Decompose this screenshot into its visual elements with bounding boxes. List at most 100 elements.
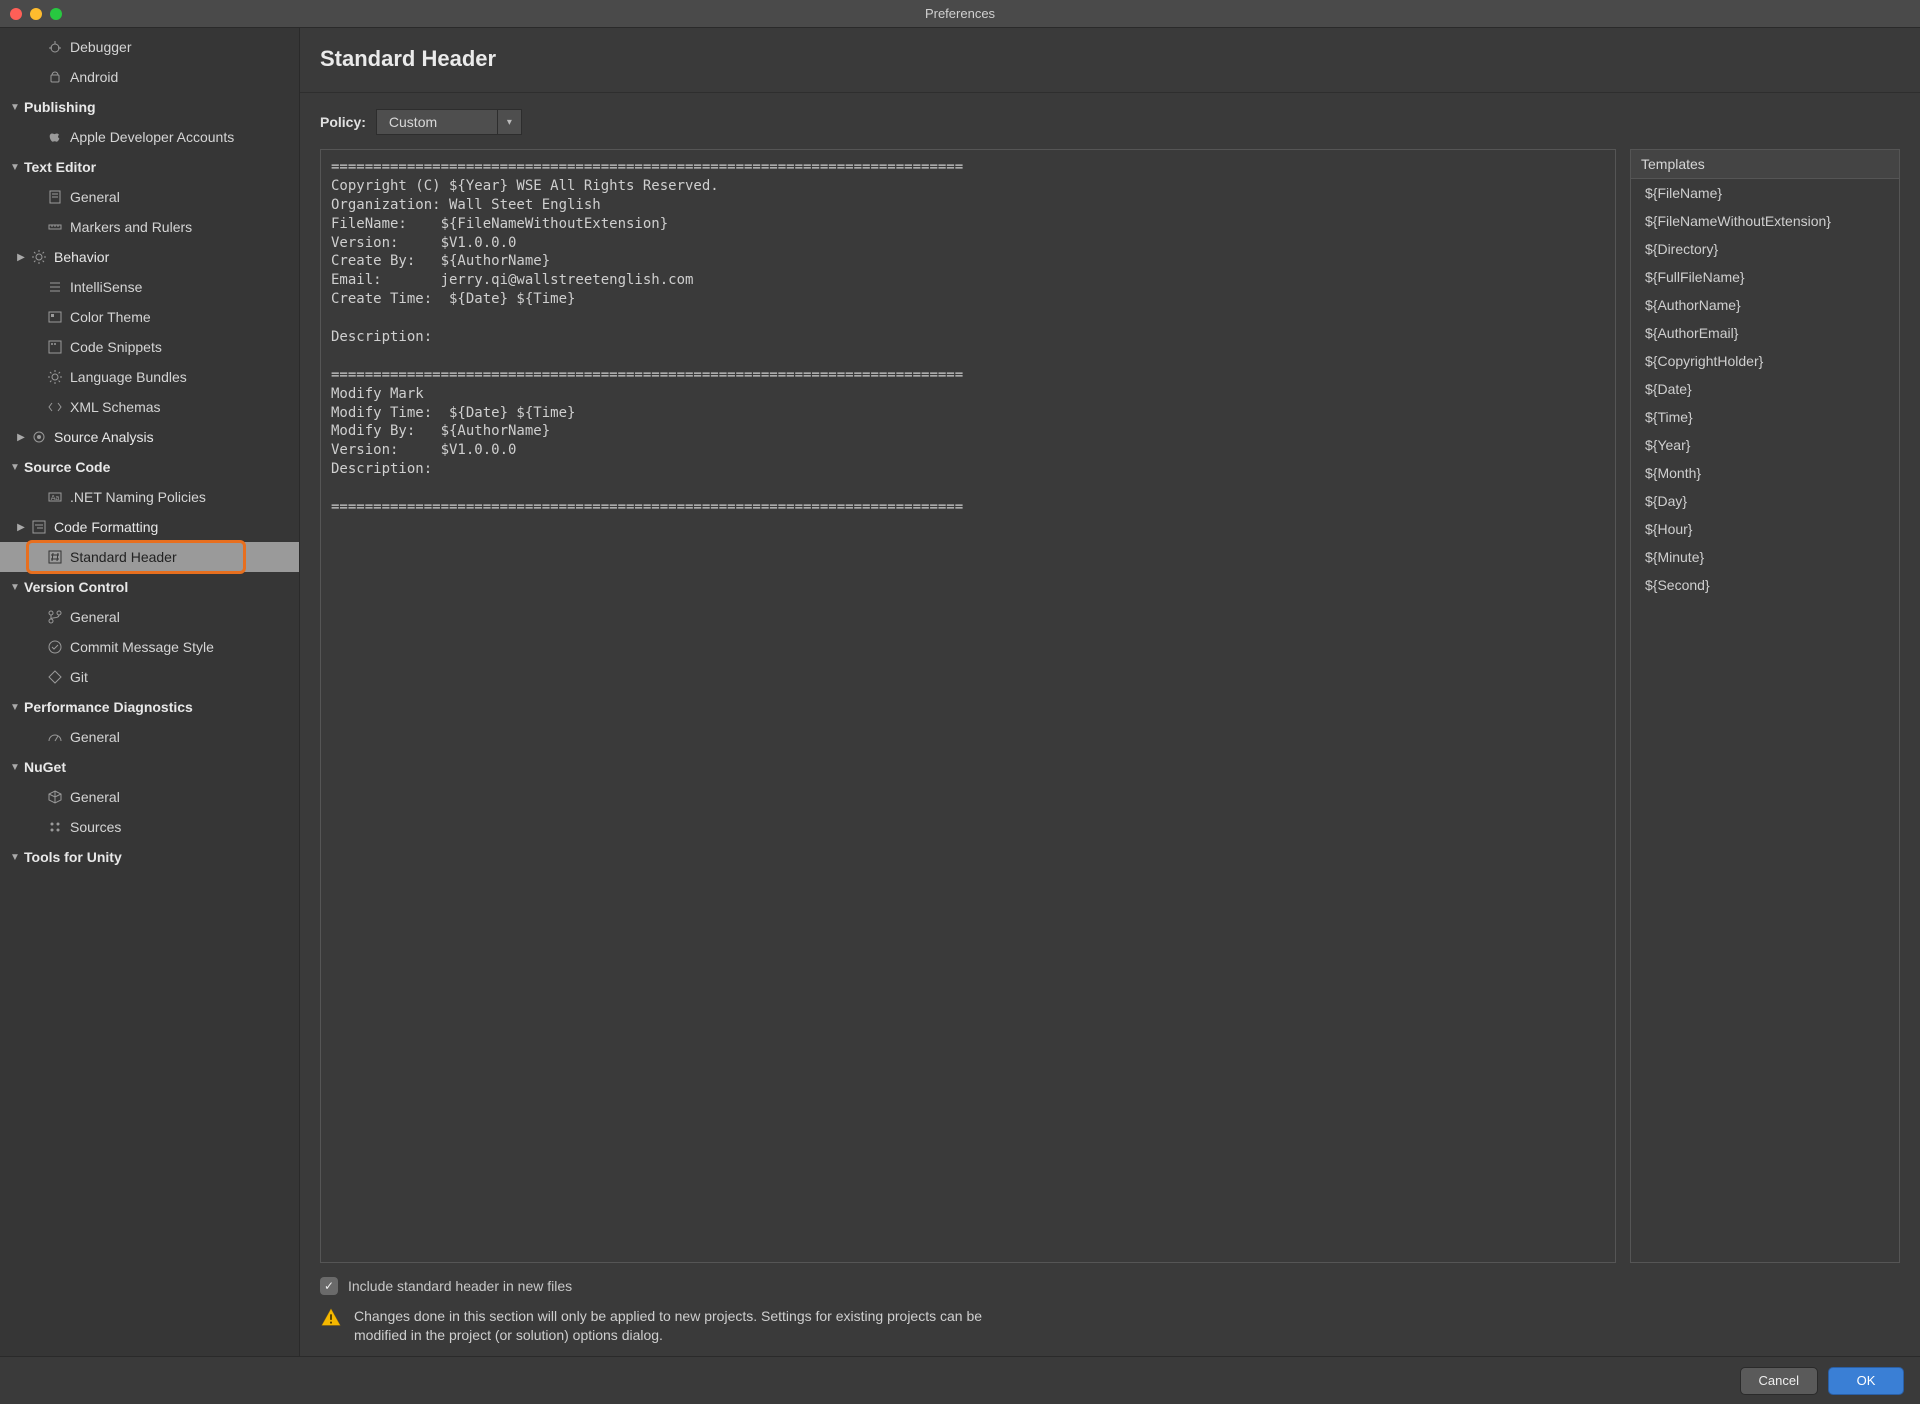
sidebar-item-behavior[interactable]: ▶Behavior: [0, 242, 299, 272]
template-item[interactable]: ${AuthorName}: [1631, 291, 1899, 319]
sidebar-item-debugger[interactable]: Debugger: [0, 32, 299, 62]
ruler-icon: [46, 218, 64, 236]
sidebar-item-label: Source Analysis: [54, 429, 154, 445]
disclosure-icon: ▼: [8, 100, 22, 114]
sidebar-item-source-code[interactable]: ▼Source Code: [0, 452, 299, 482]
bug-icon: [46, 38, 64, 56]
disclosure-icon: [30, 40, 44, 54]
sidebar-item-nuget[interactable]: ▼NuGet: [0, 752, 299, 782]
cube-icon: [46, 788, 64, 806]
sidebar-item-label: Commit Message Style: [70, 639, 214, 655]
sidebar-item-color-theme[interactable]: Color Theme: [0, 302, 299, 332]
dialog-footer: Cancel OK: [0, 1356, 1920, 1404]
sidebar-item-text-editor[interactable]: ▼Text Editor: [0, 152, 299, 182]
policy-row: Policy: Custom ▾: [320, 109, 1900, 135]
sidebar-item-general[interactable]: General: [0, 722, 299, 752]
template-item[interactable]: ${FileName}: [1631, 179, 1899, 207]
sidebar-item-general[interactable]: General: [0, 602, 299, 632]
zoom-window-button[interactable]: [50, 8, 62, 20]
include-checkbox[interactable]: ✓: [320, 1277, 338, 1295]
close-window-button[interactable]: [10, 8, 22, 20]
sidebar-item-label: Color Theme: [70, 309, 151, 325]
sidebar-item-git[interactable]: Git: [0, 662, 299, 692]
sidebar-item-label: General: [70, 189, 120, 205]
warning-row: Changes done in this section will only b…: [320, 1307, 1900, 1346]
sidebar-item-label: Performance Diagnostics: [24, 699, 193, 715]
include-label: Include standard header in new files: [348, 1278, 572, 1294]
template-item[interactable]: ${Date}: [1631, 375, 1899, 403]
sidebar-item-label: Tools for Unity: [24, 849, 122, 865]
sidebar-item-apple-developer-accounts[interactable]: Apple Developer Accounts: [0, 122, 299, 152]
preferences-sidebar[interactable]: Debugger Android ▼PublishingApple Develope…: [0, 28, 300, 1356]
main-header: Standard Header: [300, 28, 1920, 93]
sidebar-item-label: Markers and Rulers: [70, 219, 192, 235]
sidebar-item-label: General: [70, 789, 120, 805]
sidebar-item--net-naming-policies[interactable]: Aa.NET Naming Policies: [0, 482, 299, 512]
template-item[interactable]: ${Directory}: [1631, 235, 1899, 263]
disclosure-icon: ▼: [8, 850, 22, 864]
sidebar-item-markers-and-rulers[interactable]: Markers and Rulers: [0, 212, 299, 242]
sidebar-item-label: Behavior: [54, 249, 109, 265]
template-item[interactable]: ${Day}: [1631, 487, 1899, 515]
gauge-icon: [46, 728, 64, 746]
sidebar-item-label: Code Snippets: [70, 339, 162, 355]
disclosure-icon: [30, 610, 44, 624]
warning-text: Changes done in this section will only b…: [354, 1307, 994, 1346]
template-item[interactable]: ${CopyrightHolder}: [1631, 347, 1899, 375]
disclosure-icon: [30, 310, 44, 324]
disclosure-icon: [30, 790, 44, 804]
ok-button[interactable]: OK: [1828, 1367, 1904, 1395]
sidebar-item-label: Source Code: [24, 459, 110, 475]
sidebar-item-performance-diagnostics[interactable]: ▼Performance Diagnostics: [0, 692, 299, 722]
disclosure-icon: [30, 220, 44, 234]
template-item[interactable]: ${Year}: [1631, 431, 1899, 459]
sidebar-item-sources[interactable]: Sources: [0, 812, 299, 842]
sidebar-item-publishing[interactable]: ▼Publishing: [0, 92, 299, 122]
titlebar: Preferences: [0, 0, 1920, 28]
sidebar-item-standard-header[interactable]: Standard Header: [0, 542, 299, 572]
template-item[interactable]: ${Hour}: [1631, 515, 1899, 543]
disclosure-icon: [30, 340, 44, 354]
sidebar-item-label: Code Formatting: [54, 519, 158, 535]
template-item[interactable]: ${FileNameWithoutExtension}: [1631, 207, 1899, 235]
sidebar-item-label: Android: [70, 69, 118, 85]
sidebar-item-label: IntelliSense: [70, 279, 142, 295]
braces-icon: [46, 338, 64, 356]
disclosure-icon: ▼: [8, 160, 22, 174]
sidebar-item-tools-for-unity[interactable]: ▼Tools for Unity: [0, 842, 299, 872]
sidebar-item-android[interactable]: Android: [0, 62, 299, 92]
disclosure-icon: [30, 400, 44, 414]
palette-icon: [46, 308, 64, 326]
sidebar-item-label: Standard Header: [70, 549, 177, 565]
template-item[interactable]: ${Second}: [1631, 571, 1899, 599]
apple-icon: [46, 128, 64, 146]
sidebar-item-language-bundles[interactable]: Language Bundles: [0, 362, 299, 392]
xml-icon: [46, 398, 64, 416]
template-item[interactable]: ${FullFileName}: [1631, 263, 1899, 291]
policy-label: Policy:: [320, 114, 366, 130]
sidebar-item-general[interactable]: General: [0, 182, 299, 212]
minimize-window-button[interactable]: [30, 8, 42, 20]
sidebar-item-xml-schemas[interactable]: XML Schemas: [0, 392, 299, 422]
sidebar-item-code-snippets[interactable]: Code Snippets: [0, 332, 299, 362]
sidebar-item-source-analysis[interactable]: ▶Source Analysis: [0, 422, 299, 452]
templates-list[interactable]: ${FileName}${FileNameWithoutExtension}${…: [1631, 179, 1899, 1262]
template-item[interactable]: ${AuthorEmail}: [1631, 319, 1899, 347]
sidebar-item-version-control[interactable]: ▼Version Control: [0, 572, 299, 602]
template-item[interactable]: ${Month}: [1631, 459, 1899, 487]
policy-dropdown-value: Custom: [377, 114, 497, 130]
template-item[interactable]: ${Time}: [1631, 403, 1899, 431]
disclosure-icon: [30, 70, 44, 84]
sidebar-item-label: Git: [70, 669, 88, 685]
cancel-button[interactable]: Cancel: [1740, 1367, 1818, 1395]
policy-dropdown[interactable]: Custom ▾: [376, 109, 522, 135]
sidebar-item-commit-message-style[interactable]: Commit Message Style: [0, 632, 299, 662]
svg-text:Aa: Aa: [51, 495, 60, 502]
sidebar-item-general[interactable]: General: [0, 782, 299, 812]
grid-icon: [46, 818, 64, 836]
page-title: Standard Header: [320, 46, 1900, 72]
sidebar-item-code-formatting[interactable]: ▶Code Formatting: [0, 512, 299, 542]
sidebar-item-intellisense[interactable]: IntelliSense: [0, 272, 299, 302]
header-editor[interactable]: ========================================…: [320, 149, 1616, 1263]
template-item[interactable]: ${Minute}: [1631, 543, 1899, 571]
